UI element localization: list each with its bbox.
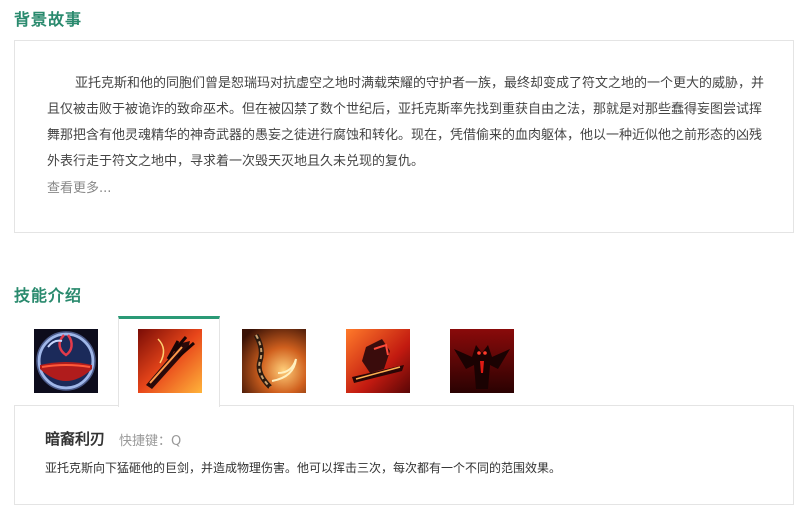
- skill-tab-passive[interactable]: [14, 316, 116, 406]
- skill-hotkey: 快捷键：Q: [119, 434, 182, 449]
- background-story-text: 亚托克斯和他的同胞们曾是恕瑞玛对抗虚空之地时满载荣耀的守护者一族，最终却变成了符…: [47, 76, 765, 169]
- chain-swirl-icon: [242, 329, 306, 393]
- skill-description: 亚托克斯向下猛砸他的巨剑，并造成物理伤害。他可以挥击三次，每次都有一个不同的范围…: [45, 461, 562, 475]
- umbral-dash-icon: [346, 329, 410, 393]
- see-more-link[interactable]: 查看更多...: [47, 177, 111, 196]
- passive-blood-orb-icon: [34, 329, 98, 393]
- skill-tab-e[interactable]: [326, 316, 428, 406]
- skill-tab-r[interactable]: [430, 316, 532, 406]
- skill-tab-q[interactable]: [118, 316, 220, 407]
- skill-tab-w[interactable]: [222, 316, 324, 406]
- background-story-title: 背景故事: [14, 10, 83, 29]
- skills-title: 技能介绍: [14, 286, 83, 305]
- dark-blade-icon: [138, 329, 202, 393]
- skill-name: 暗裔利刃: [45, 430, 106, 448]
- world-ender-icon: [450, 329, 514, 393]
- skill-tabs: [14, 316, 794, 407]
- skill-detail-card: 暗裔利刃 快捷键：Q 亚托克斯向下猛砸他的巨剑，并造成物理伤害。他可以挥击三次，…: [14, 405, 794, 505]
- background-story-card: 亚托克斯和他的同胞们曾是恕瑞玛对抗虚空之地时满载荣耀的守护者一族，最终却变成了符…: [14, 40, 794, 233]
